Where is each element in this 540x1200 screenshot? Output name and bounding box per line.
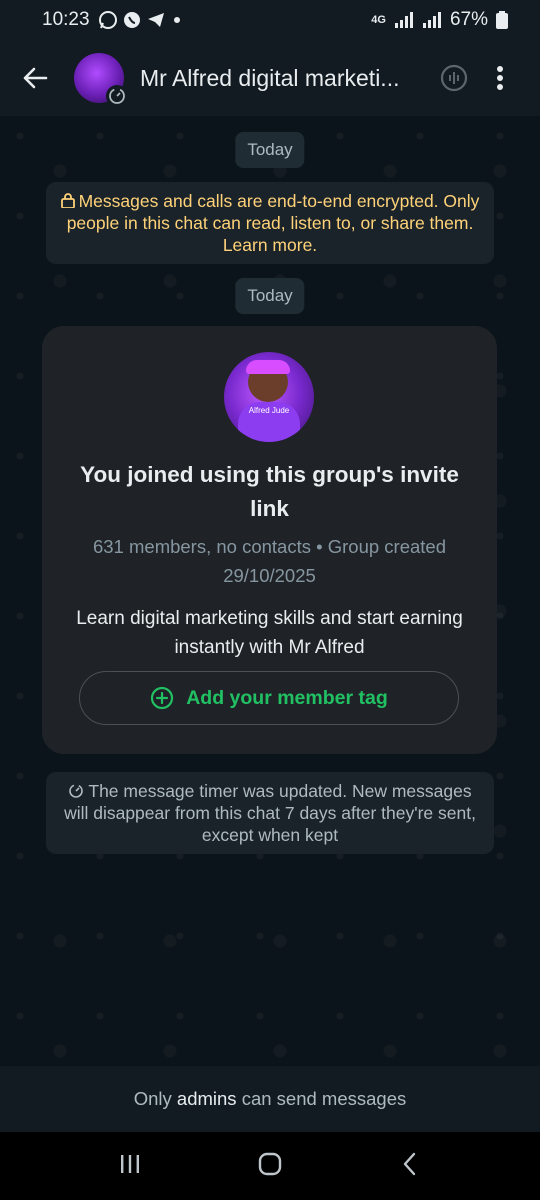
voice-chat-icon [440, 64, 468, 92]
plus-circle-icon [151, 686, 174, 710]
timer-notice[interactable]: The message timer was updated. New messa… [46, 772, 494, 854]
clock: 10:23 [42, 9, 90, 30]
more-options-button[interactable] [482, 56, 518, 100]
date-chip: Today [235, 132, 305, 168]
chat-title[interactable]: Mr Alfred digital marketi... [140, 65, 418, 92]
add-member-tag-button[interactable]: Add your member tag [79, 671, 459, 725]
group-description: Learn digital marketing skills and start… [76, 608, 463, 658]
home-button[interactable] [257, 1151, 283, 1182]
joined-text: You joined using this group's invite lin… [80, 462, 459, 521]
encryption-notice[interactable]: Messages and calls are end-to-end encryp… [46, 182, 494, 264]
chevron-left-icon [404, 1152, 416, 1175]
battery-percent: 67% [449, 9, 488, 30]
recent-apps-button[interactable] [118, 1152, 142, 1181]
status-bar: 10:23 4G 67% [0, 0, 540, 40]
admins-only-bar: Only admins can send messages [0, 1066, 540, 1132]
chat-header: Mr Alfred digital marketi... [0, 40, 540, 116]
footer-prefix: Only [133, 1088, 172, 1109]
voice-chat-button[interactable] [432, 56, 476, 100]
more-vertical-icon [497, 66, 503, 90]
encryption-text: Messages and calls are end-to-end encryp… [66, 191, 480, 255]
footer-suffix: can send messages [241, 1088, 407, 1109]
status-right: 4G 67% [371, 9, 508, 31]
telegram-icon [147, 13, 164, 27]
whatsapp-icon [98, 11, 117, 29]
back-button[interactable] [2, 40, 68, 116]
arrow-left-icon [23, 67, 48, 89]
lock-icon [60, 193, 75, 209]
chat-area[interactable]: Today Messages and calls are end-to-end … [0, 116, 540, 1066]
add-member-tag-label: Add your member tag [186, 686, 388, 709]
group-avatar[interactable]: Alfred Jude [224, 352, 314, 442]
group-info-card: Alfred Jude You joined using this group'… [42, 326, 497, 754]
recents-icon [120, 1154, 139, 1173]
battery-icon [496, 11, 508, 29]
dot-icon [173, 17, 180, 23]
timer-badge [106, 85, 128, 107]
avatar-cap [246, 360, 290, 374]
home-icon [258, 1152, 282, 1175]
timer-notice-text: The message timer was updated. New messa… [64, 781, 476, 845]
status-left: 10:23 [42, 9, 184, 31]
network-label: 4G [371, 14, 386, 26]
viber-icon [123, 12, 140, 28]
system-navigation-bar [0, 1132, 540, 1200]
admins-link[interactable]: admins [177, 1088, 237, 1110]
date-chip-2: Today [235, 278, 305, 314]
timer-icon-small [69, 784, 84, 798]
system-back-button[interactable] [398, 1151, 422, 1182]
avatar-caption: Alfred Jude [248, 406, 290, 415]
notification-icons [98, 10, 184, 30]
timer-icon [109, 88, 125, 104]
signal-icon-2 [422, 12, 441, 28]
signal-icon [394, 12, 413, 28]
group-avatar-small[interactable] [74, 53, 128, 107]
group-meta: 631 members, no contacts • Group created… [92, 536, 447, 586]
